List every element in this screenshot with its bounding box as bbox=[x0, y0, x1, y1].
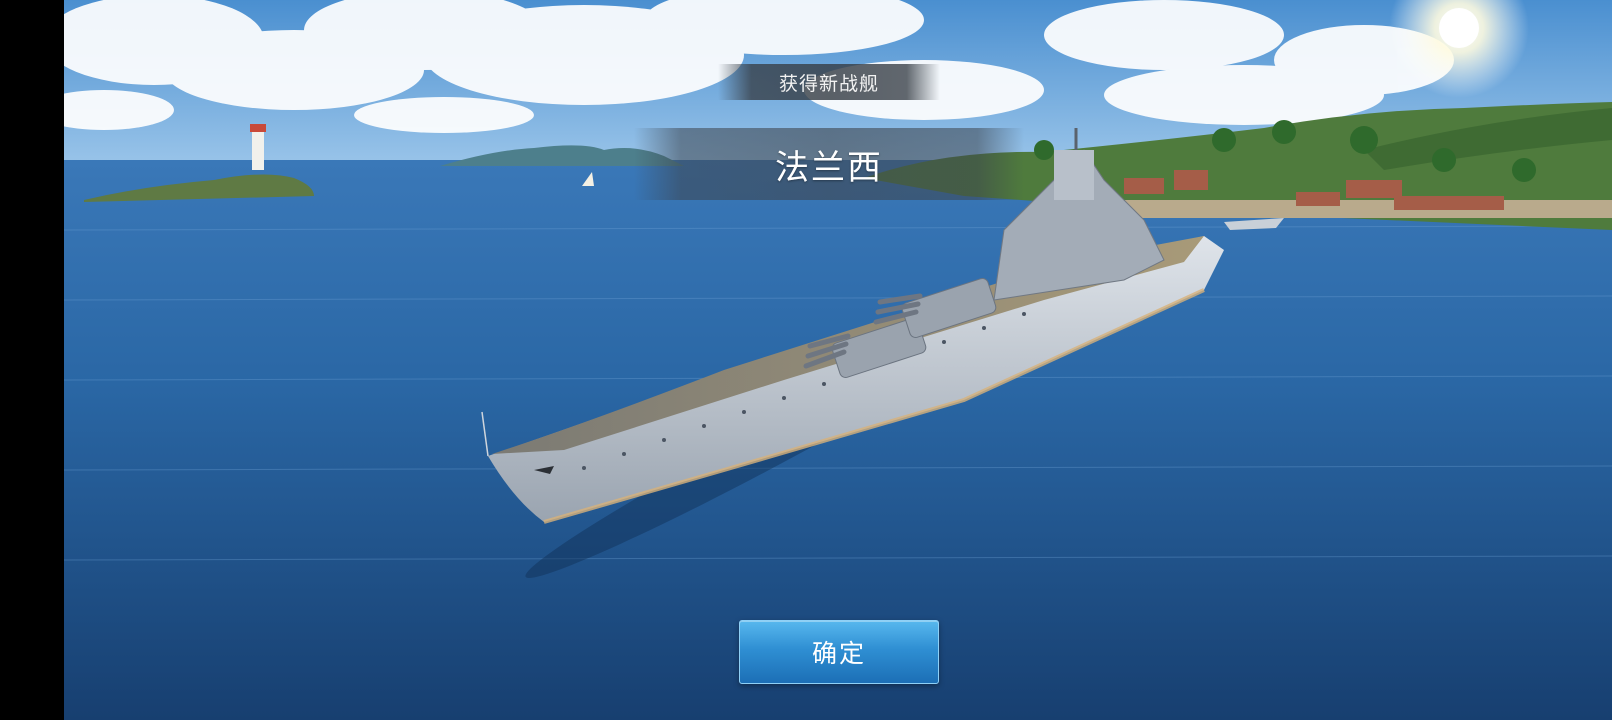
confirm-button[interactable]: 确定 bbox=[739, 620, 939, 684]
game-screen: 获得新战舰 法兰西 确定 bbox=[64, 0, 1612, 720]
new-ship-subtitle: 获得新战舰 bbox=[778, 72, 879, 95]
ship-name: 法兰西 bbox=[775, 147, 883, 188]
pier bbox=[1124, 200, 1612, 218]
ship-name-banner: 法兰西 bbox=[634, 128, 1024, 200]
new-ship-banner: 获得新战舰 bbox=[718, 64, 940, 100]
lighthouse bbox=[252, 128, 264, 170]
harbor-scene bbox=[64, 0, 1612, 720]
confirm-button-label: 确定 bbox=[811, 639, 866, 668]
